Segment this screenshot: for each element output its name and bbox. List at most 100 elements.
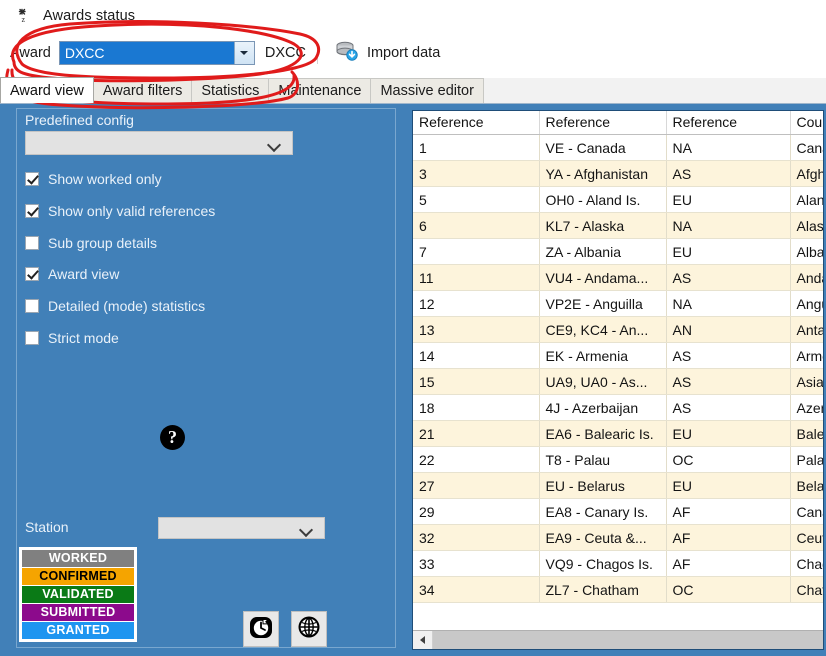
table-cell[interactable]: Chath — [790, 576, 823, 603]
table-cell[interactable]: 15 — [413, 368, 540, 395]
table-row[interactable]: 13 CE9, KC4 - An... AN Anta — [413, 316, 823, 343]
table-cell[interactable]: EA8 - Canary Is. — [539, 498, 667, 525]
table-cell[interactable]: NA — [666, 290, 791, 317]
table-cell[interactable]: EK - Armenia — [539, 342, 667, 369]
table-row[interactable]: 14EK - ArmeniaASArme — [413, 342, 823, 369]
table-cell[interactable]: AF — [666, 524, 791, 551]
table-row[interactable]: 184J - AzerbaijanASAzerb — [413, 394, 823, 421]
table-cell[interactable]: CE9, KC4 - An... — [539, 316, 667, 343]
table-cell[interactable]: 12 — [413, 290, 540, 317]
table-cell[interactable]: NA — [666, 212, 791, 239]
table-cell[interactable]: 7 — [413, 238, 540, 265]
checkbox-box[interactable] — [25, 203, 39, 218]
table-cell[interactable]: EA9 - Ceuta &... — [539, 524, 667, 551]
table-cell[interactable]: ZA - Albania — [539, 238, 667, 265]
table-cell[interactable]: KL7 - Alaska — [539, 212, 667, 239]
table-cell[interactable]: Cana — [790, 498, 823, 525]
table-row[interactable]: 1VE - CanadaNACana — [413, 134, 823, 161]
table-row[interactable]: 27EU - BelarusEUBelar — [413, 472, 823, 499]
table-cell[interactable]: 3 — [413, 160, 540, 187]
table-cell[interactable]: Alask — [790, 212, 823, 239]
table-cell[interactable]: AS — [666, 394, 791, 421]
column-header-reference-1[interactable]: Reference — [413, 111, 540, 135]
table-cell[interactable]: 6 — [413, 212, 540, 239]
table-row[interactable]: 11VU4 - Andama...ASAnda — [413, 264, 823, 291]
table-cell[interactable]: OC — [666, 576, 791, 603]
tab-maintenance[interactable]: Maintenance — [268, 78, 372, 103]
table-cell[interactable]: ZL7 - Chatham — [539, 576, 667, 603]
import-data-button[interactable]: Import data — [329, 38, 446, 69]
table-cell[interactable]: 1 — [413, 134, 540, 161]
tab-massive-editor[interactable]: Massive editor — [370, 78, 484, 103]
award-select[interactable]: DXCC — [58, 41, 255, 65]
checkbox-strict-mode[interactable]: Strict mode — [25, 328, 119, 347]
table-cell[interactable]: VQ9 - Chagos Is. — [539, 550, 667, 577]
table-row[interactable]: 3 YA - Afghanistan AS Afgh — [413, 160, 823, 187]
table-cell[interactable]: Belar — [790, 472, 823, 499]
station-select[interactable] — [158, 517, 325, 539]
table-row[interactable]: 21EA6 - Balearic Is.EUBalea — [413, 420, 823, 447]
chevron-down-icon[interactable] — [233, 42, 254, 64]
table-cell[interactable]: 22 — [413, 446, 540, 473]
table-cell[interactable]: AF — [666, 550, 791, 577]
table-cell[interactable]: Chag — [790, 550, 823, 577]
table-row[interactable]: 33VQ9 - Chagos Is.AFChag — [413, 550, 823, 577]
checkbox-sub-group-details[interactable]: Sub group details — [25, 233, 157, 252]
table-cell[interactable]: EU - Belarus — [539, 472, 667, 499]
checkbox-box[interactable] — [25, 298, 39, 313]
table-row[interactable]: 12VP2E - AnguillaNAAngu — [413, 290, 823, 317]
checkbox-box[interactable] — [25, 266, 39, 281]
table-cell[interactable]: 4J - Azerbaijan — [539, 394, 667, 421]
table-cell[interactable]: AS — [666, 342, 791, 369]
table-row[interactable]: 34ZL7 - ChathamOCChath — [413, 576, 823, 603]
table-cell[interactable]: Anta — [790, 316, 823, 343]
table-cell[interactable]: AF — [666, 498, 791, 525]
table-cell[interactable]: Palau — [790, 446, 823, 473]
table-cell[interactable]: Arme — [790, 342, 823, 369]
column-header-country[interactable]: Cou — [790, 111, 823, 135]
table-cell[interactable]: T8 - Palau — [539, 446, 667, 473]
checkbox-box[interactable] — [25, 330, 39, 345]
table-cell[interactable]: VP2E - Anguilla — [539, 290, 667, 317]
column-header-reference-2[interactable]: Reference — [539, 111, 667, 135]
table-cell[interactable]: 13 — [413, 316, 540, 343]
table-cell[interactable]: EA6 - Balearic Is. — [539, 420, 667, 447]
table-cell[interactable]: 33 — [413, 550, 540, 577]
table-cell[interactable]: Aland — [790, 186, 823, 213]
checkbox-detailed-mode-statistics[interactable]: Detailed (mode) statistics — [25, 296, 205, 315]
table-cell[interactable]: YA - Afghanistan — [539, 160, 667, 187]
table-cell[interactable]: Anda — [790, 264, 823, 291]
question-mark-icon[interactable]: ? — [160, 425, 185, 450]
table-cell[interactable]: EU — [666, 472, 791, 499]
table-cell[interactable]: VE - Canada — [539, 134, 667, 161]
table-row[interactable]: 22T8 - PalauOCPalau — [413, 446, 823, 473]
table-cell[interactable]: 5 — [413, 186, 540, 213]
table-cell[interactable]: 14 — [413, 342, 540, 369]
tab-award-filters[interactable]: Award filters — [92, 78, 193, 103]
table-cell[interactable]: 29 — [413, 498, 540, 525]
table-cell[interactable]: Balea — [790, 420, 823, 447]
table-cell[interactable]: Alban — [790, 238, 823, 265]
scrollbar-track[interactable] — [433, 631, 823, 649]
table-cell[interactable]: 32 — [413, 524, 540, 551]
table-cell[interactable]: AS — [666, 160, 791, 187]
table-cell[interactable]: UA9, UA0 - As... — [539, 368, 667, 395]
checkbox-box[interactable] — [25, 171, 39, 186]
table-cell[interactable]: Azerb — [790, 394, 823, 421]
table-cell[interactable]: OC — [666, 446, 791, 473]
checkbox-box[interactable] — [25, 235, 39, 250]
table-row[interactable]: 29EA8 - Canary Is.AFCana — [413, 498, 823, 525]
checkbox-award-view[interactable]: Award view — [25, 264, 119, 283]
table-cell[interactable]: EU — [666, 420, 791, 447]
table-cell[interactable]: NA — [666, 134, 791, 161]
table-cell[interactable]: 18 — [413, 394, 540, 421]
table-cell[interactable]: 11 — [413, 264, 540, 291]
table-cell[interactable]: 27 — [413, 472, 540, 499]
table-cell[interactable]: AS — [666, 368, 791, 395]
table-cell[interactable]: AN — [666, 316, 791, 343]
table-cell[interactable]: Ceut — [790, 524, 823, 551]
table-cell[interactable]: OH0 - Aland Is. — [539, 186, 667, 213]
table-cell[interactable]: 21 — [413, 420, 540, 447]
table-row[interactable]: 15UA9, UA0 - As...ASAsiat — [413, 368, 823, 395]
table-row[interactable]: 32 EA9 - Ceuta &... AF Ceut — [413, 524, 823, 551]
